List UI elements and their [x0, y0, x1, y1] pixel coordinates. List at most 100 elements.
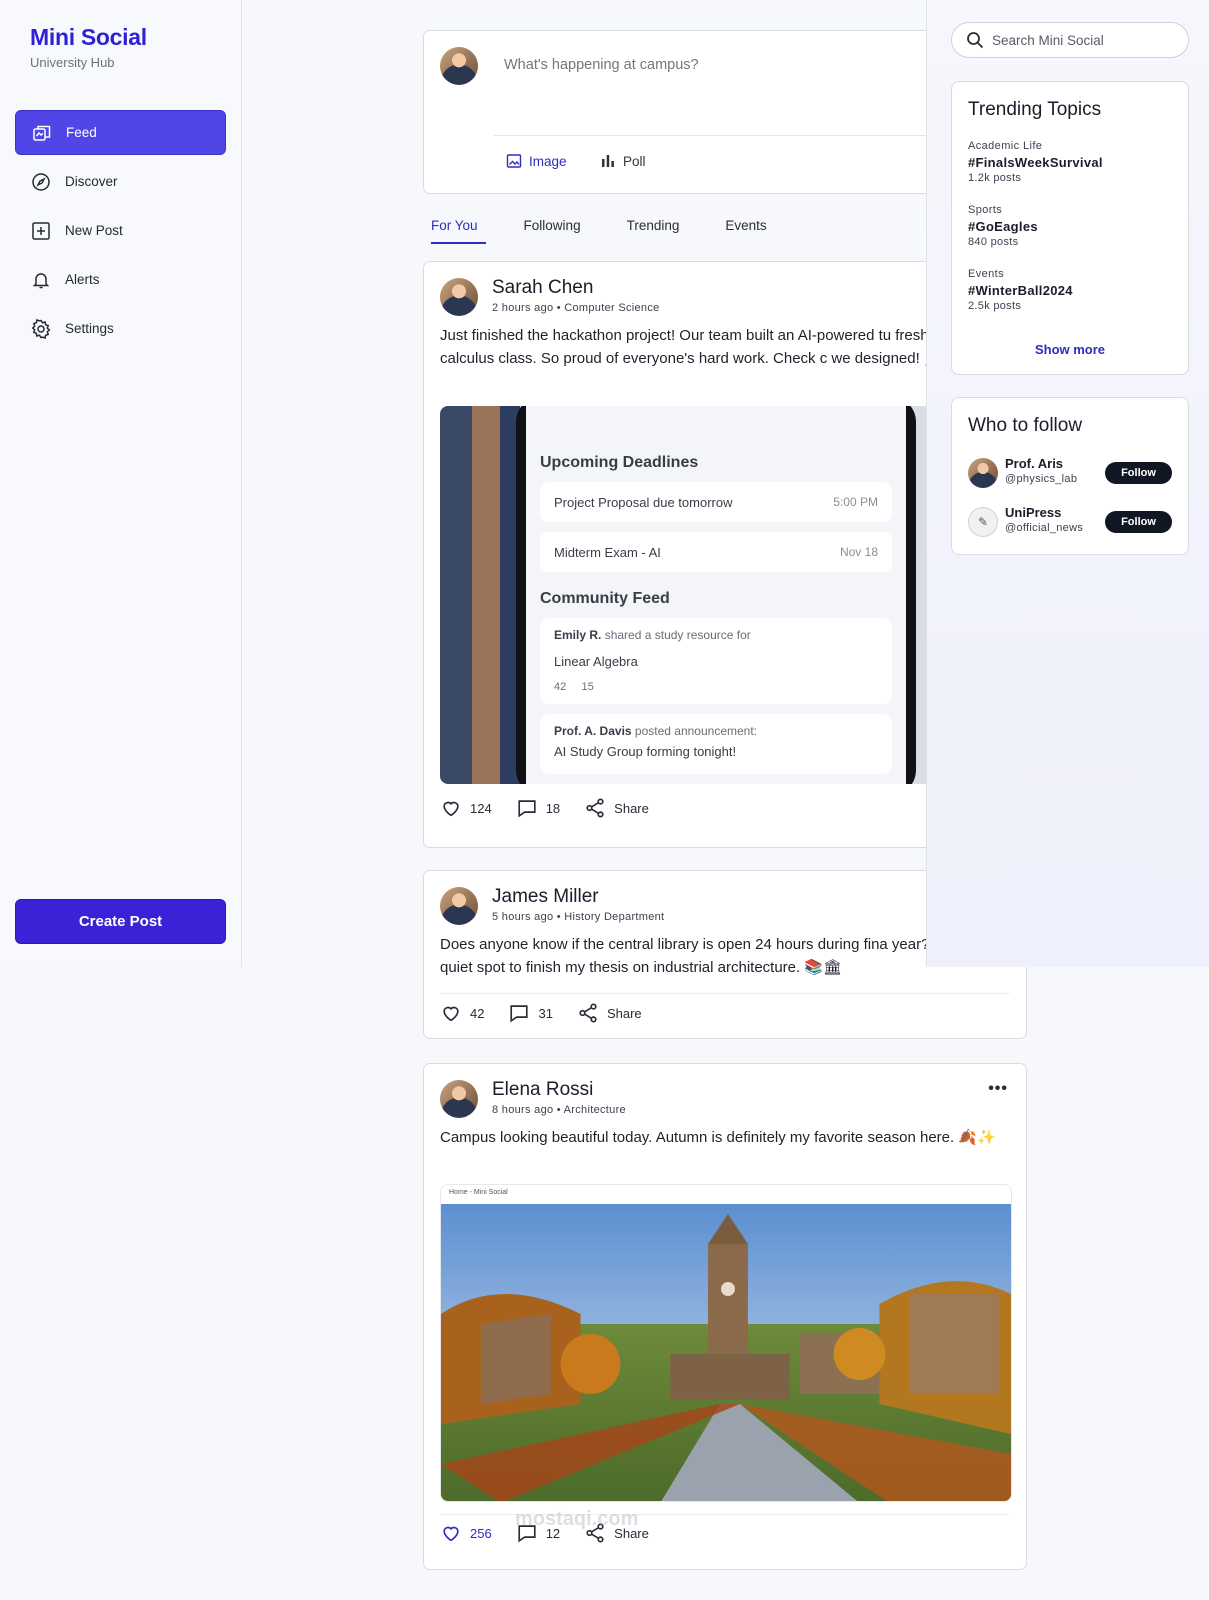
feed-comments: 15 [581, 681, 594, 693]
comment-icon [518, 800, 536, 818]
heart-icon [443, 1526, 459, 1542]
trend-count: 1.2k posts [968, 172, 1022, 184]
search-box[interactable] [951, 22, 1189, 58]
nav-label: Alerts [65, 272, 100, 287]
screen-heading: Community Feed [540, 590, 670, 607]
share-icon [586, 798, 604, 818]
campus-photo [441, 1204, 1011, 1501]
comment-count: 18 [545, 800, 561, 816]
tab-following[interactable]: Following [516, 214, 589, 244]
feed-author: Prof. A. Davis [554, 724, 632, 738]
avatar[interactable] [440, 278, 478, 316]
right-panel: Trending Topics Academic Life #FinalsWee… [926, 0, 1209, 967]
avatar[interactable] [440, 887, 478, 925]
comment-button[interactable]: 31 [508, 1002, 553, 1024]
feed-tabs: For You Following Trending Events [423, 214, 805, 244]
search-input[interactable] [992, 32, 1172, 48]
create-post-button[interactable]: Create Post [15, 899, 226, 944]
trend-tag: #GoEagles [968, 219, 1038, 234]
feed-title: AI Study Group forming tonight! [554, 744, 737, 759]
avatar[interactable] [440, 47, 478, 85]
image-label: Image [529, 153, 567, 169]
avatar[interactable] [968, 458, 998, 488]
follow-handle: @physics_lab [1005, 473, 1078, 485]
add-image-button[interactable]: Image [506, 153, 567, 169]
search-icon [967, 32, 984, 49]
more-options-icon[interactable]: ••• [988, 1080, 1008, 1098]
feed-author: Emily R. [554, 628, 602, 642]
image-caption: Home - Mini Social [441, 1185, 1011, 1204]
nav-item-new-post[interactable]: New Post [15, 208, 226, 253]
comment-button[interactable]: 18 [516, 797, 560, 819]
card-title: Who to follow [968, 415, 1083, 436]
trend-tag: #FinalsWeekSurvival [968, 155, 1103, 170]
who-to-follow-card: Who to follow Prof. Aris @physics_lab Fo… [951, 397, 1189, 555]
like-button[interactable]: 256 [440, 1522, 492, 1544]
phone-screen: Upcoming Deadlines Project Proposal due … [526, 406, 906, 784]
compass-icon [31, 172, 51, 192]
app-subtitle: University Hub [30, 55, 115, 70]
follow-name[interactable]: UniPress [1005, 505, 1061, 520]
nav-label: Feed [66, 125, 97, 140]
feed-likes: 42 [554, 681, 567, 693]
trend-item[interactable]: Academic Life #FinalsWeekSurvival 1.2k p… [968, 140, 1103, 184]
post-image[interactable]: Home - Mini Social [440, 1184, 1012, 1502]
plus-square-icon [31, 221, 51, 241]
post-meta: 2 hours ago • Computer Science [492, 302, 660, 314]
heart-icon [443, 801, 459, 817]
add-poll-button[interactable]: Poll [600, 153, 646, 169]
post-author[interactable]: Elena Rossi [492, 1079, 593, 1101]
nav-item-feed[interactable]: Feed [15, 110, 226, 155]
trend-item[interactable]: Sports #GoEagles 840 posts [968, 204, 1038, 248]
nav-item-discover[interactable]: Discover [15, 159, 226, 204]
brand: Mini Social University Hub [30, 24, 147, 70]
show-more-link[interactable]: Show more [952, 342, 1188, 357]
poll-icon [602, 155, 614, 167]
deadline-title: Project Proposal due tomorrow [554, 494, 733, 510]
post-text: Campus looking beautiful today. Autumn i… [440, 1129, 996, 1146]
nav-label: Discover [65, 174, 118, 189]
nav-label: New Post [65, 223, 123, 238]
feed-title: Linear Algebra [554, 654, 638, 669]
feed-icon [32, 123, 52, 143]
trend-item[interactable]: Events #WinterBall2024 2.5k posts [968, 268, 1073, 312]
left-sidebar: Mini Social University Hub Feed Discover… [0, 0, 242, 967]
post-text: Just finished the hackathon project! Our… [440, 327, 962, 367]
deadline-time: 5:00 PM [833, 495, 878, 509]
screen-heading: Upcoming Deadlines [540, 454, 699, 471]
like-button[interactable]: 42 [440, 1002, 484, 1024]
follow-button[interactable]: Follow [1105, 462, 1172, 484]
nav-item-settings[interactable]: Settings [15, 306, 226, 351]
feed-action: posted announcement: [634, 724, 758, 738]
post-card: Elena Rossi 8 hours ago • Architecture •… [423, 1063, 1027, 1570]
tab-events[interactable]: Events [717, 214, 774, 244]
nav-label: Settings [65, 321, 114, 336]
follow-button[interactable]: Follow [1105, 511, 1172, 533]
follow-suggestion: Prof. Aris @physics_lab Follow [968, 456, 1172, 492]
image-icon [506, 154, 522, 168]
app-title[interactable]: Mini Social [30, 24, 147, 51]
post-author[interactable]: James Miller [492, 886, 599, 908]
nav-item-alerts[interactable]: Alerts [15, 257, 226, 302]
tab-trending[interactable]: Trending [619, 214, 688, 244]
trend-category: Academic Life [968, 140, 1043, 152]
share-button[interactable]: Share [577, 1002, 642, 1024]
watermark: mostaqi.com [515, 1508, 639, 1530]
post-meta: 5 hours ago • History Department [492, 911, 665, 923]
share-button[interactable]: Share [584, 797, 649, 819]
like-button[interactable]: 124 [440, 797, 492, 819]
share-icon [579, 1003, 597, 1023]
follow-name[interactable]: Prof. Aris [1005, 456, 1063, 471]
comment-icon [510, 1005, 529, 1023]
post-author[interactable]: Sarah Chen [492, 277, 593, 299]
trend-tag: #WinterBall2024 [968, 283, 1073, 298]
post-actions: 42 31 Share [440, 1002, 666, 1024]
deadline-title: Midterm Exam - AI [554, 544, 661, 560]
avatar[interactable]: ✎ [968, 507, 998, 537]
composer-input[interactable] [504, 57, 904, 73]
avatar[interactable] [440, 1080, 478, 1118]
feed-action: shared a study resource for [604, 628, 751, 642]
tab-for-you[interactable]: For You [423, 214, 486, 244]
bell-icon [31, 270, 51, 290]
trend-count: 2.5k posts [968, 300, 1022, 312]
